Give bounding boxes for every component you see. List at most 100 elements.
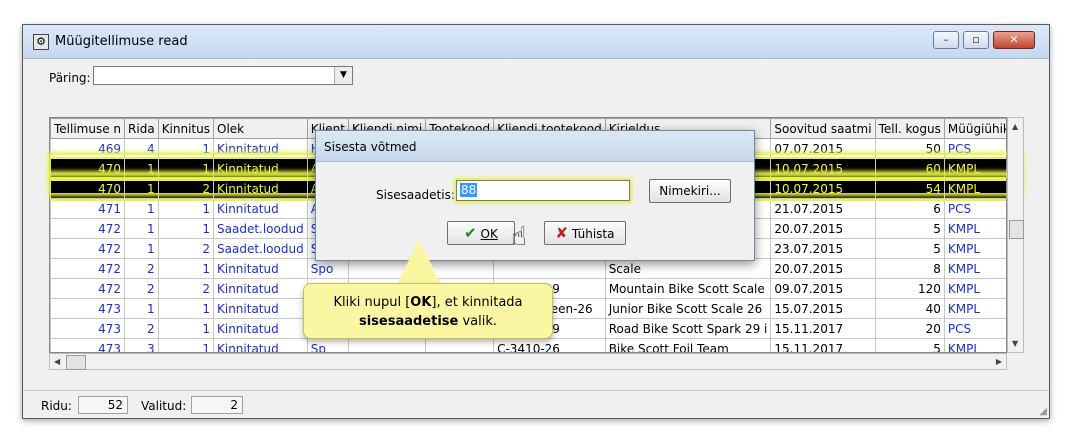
- cell-order: 472: [50, 218, 126, 239]
- cell-qty: 20: [874, 318, 945, 339]
- selected-label: Valitud:: [141, 399, 187, 413]
- cell-date: 23.07.2015: [770, 238, 876, 259]
- shipment-input-value: 88: [460, 183, 478, 197]
- cell-status: Kinnitatud: [213, 138, 308, 159]
- vertical-scroll-thumb[interactable]: [1009, 220, 1024, 239]
- cell-status: Saadet.loodud: [213, 218, 308, 239]
- instruction-callout: Kliki nupul [OK], et kinnitada sisesaade…: [303, 283, 553, 339]
- cell-confirm: 2: [157, 238, 215, 259]
- cell-confirm: 1: [157, 298, 215, 319]
- cell-order: 473: [50, 318, 126, 339]
- callout-text: Kliki nupul [: [333, 295, 411, 310]
- cell-unit: KMPL: [943, 338, 1006, 352]
- table-row[interactable]: 473 3 1 Kinnitatud Sp C-3410-26 Bike Scott Foi…: [50, 338, 1006, 352]
- resize-grip-icon[interactable]: ◢: [1039, 406, 1047, 417]
- title-bar[interactable]: ⚙ Müügitellimuse read – ▫ ✕: [23, 25, 1049, 59]
- shipment-input[interactable]: 88: [456, 180, 630, 201]
- cancel-button-label: Tühista: [571, 227, 615, 241]
- rows-count: 52: [78, 396, 128, 414]
- cell-order: 472: [50, 238, 126, 259]
- cell-date: 15.07.2015: [770, 298, 876, 319]
- cell-qty: 120: [874, 278, 945, 299]
- cell-qty: 5: [874, 218, 945, 239]
- scroll-right-icon[interactable]: ▶: [996, 357, 1002, 366]
- cell-status: Kinnitatud: [213, 198, 308, 219]
- cell-order: 469: [50, 138, 126, 159]
- cell-confirm: 1: [157, 318, 215, 339]
- vertical-scrollbar[interactable]: ▲ ▼: [1007, 117, 1024, 353]
- cell-qty: 5: [874, 238, 945, 259]
- cell-order: 471: [50, 198, 126, 219]
- status-bar: Ridu: 52 Valitud: 2 ◢: [23, 390, 1049, 419]
- table-row[interactable]: 472 2 1 Kinnitatud Spo Scale 20.07.2015 8 KMPL: [50, 258, 1006, 279]
- column-header[interactable]: Tell. kogus: [874, 118, 945, 139]
- ok-button[interactable]: ✔ OK: [447, 221, 515, 245]
- horizontal-scrollbar[interactable]: ◀ ▶: [49, 353, 1007, 370]
- callout-bold-ok: OK: [410, 295, 432, 310]
- cell-unit: KMPL: [943, 178, 1006, 199]
- cell-qty: 6: [874, 198, 945, 219]
- column-header[interactable]: Soovitud saatmi: [770, 118, 876, 139]
- cell-unit: KMPL: [943, 158, 1006, 179]
- cell-qty: 60: [874, 158, 945, 179]
- cell-desc: Junior Bike Scott Scale 26: [604, 298, 772, 319]
- cell-unit: KMPL: [943, 218, 1006, 239]
- cell-date: 09.07.2015: [770, 278, 876, 299]
- minimize-button[interactable]: –: [933, 31, 959, 49]
- callout-bold-term: sisesaadetise: [358, 314, 459, 329]
- cell-status: Kinnitatud: [213, 318, 308, 339]
- rows-label: Ridu:: [41, 399, 72, 413]
- cell-unit: PCS: [943, 198, 1006, 219]
- cell-order: 470: [50, 178, 126, 199]
- cell-unit: PCS: [943, 318, 1006, 339]
- selected-count: 2: [191, 396, 243, 414]
- dialog-title-bar[interactable]: Sisesta võtmed: [316, 131, 754, 162]
- cell-date: 15.11.2017: [770, 338, 876, 352]
- cell-confirm: 1: [157, 218, 215, 239]
- checkmark-icon: ✔: [464, 224, 477, 242]
- column-header[interactable]: Tellimuse n: [50, 118, 126, 139]
- query-label: Päring:: [49, 71, 91, 85]
- column-header[interactable]: Rida: [124, 118, 159, 139]
- cell-status: Kinnitatud: [213, 158, 308, 179]
- cell-order: 472: [50, 258, 126, 279]
- callout-text: valik.: [458, 314, 498, 329]
- column-header[interactable]: Müügiühik: [943, 118, 1006, 139]
- cell-line: 4: [124, 138, 159, 159]
- cell-unit: PCS: [943, 138, 1006, 159]
- close-button[interactable]: ✕: [993, 31, 1035, 49]
- shipment-label: Sisesaadetis:: [376, 188, 455, 202]
- cell-line: 2: [124, 278, 159, 299]
- cell-confirm: 1: [157, 138, 215, 159]
- chevron-down-icon[interactable]: ▼: [334, 67, 352, 84]
- cell-status: Kinnitatud: [213, 278, 308, 299]
- maximize-button[interactable]: ▫: [963, 31, 989, 49]
- cancel-button[interactable]: ✘ Tühista: [544, 221, 626, 245]
- cell-line: 3: [124, 338, 159, 352]
- enter-keys-dialog: Sisesta võtmed Sisesaadetis: 88 Nimekiri…: [315, 130, 755, 261]
- column-header[interactable]: Olek: [213, 118, 308, 139]
- cell-desc: Bike Scott Foil Team: [604, 338, 772, 352]
- scroll-left-icon[interactable]: ◀: [54, 357, 60, 366]
- cell-order: 473: [50, 338, 126, 352]
- cell-client: Sp: [306, 338, 349, 352]
- list-button[interactable]: Nimekiri...: [649, 179, 731, 203]
- scroll-down-icon[interactable]: ▼: [1012, 339, 1018, 348]
- cell-line: 1: [124, 158, 159, 179]
- cell-order: 472: [50, 278, 126, 299]
- column-header[interactable]: Kinnitus: [157, 118, 215, 139]
- horizontal-scroll-thumb[interactable]: [66, 355, 86, 370]
- cell-confirm: 1: [157, 338, 215, 352]
- cell-unit: KMPL: [943, 298, 1006, 319]
- cell-unit: KMPL: [943, 238, 1006, 259]
- query-select[interactable]: ▼: [93, 66, 353, 85]
- cell-status: Kinnitatud: [213, 258, 308, 279]
- cell-date: 15.11.2017: [770, 318, 876, 339]
- cell-qty: 50: [874, 138, 945, 159]
- cell-status: Kinnitatud: [213, 178, 308, 199]
- cell-status: Saadet.loodud: [213, 238, 308, 259]
- dialog-title: Sisesta võtmed: [324, 140, 417, 154]
- cell-date: 20.07.2015: [770, 258, 876, 279]
- cell-order: 470: [50, 158, 126, 179]
- scroll-up-icon[interactable]: ▲: [1012, 122, 1018, 131]
